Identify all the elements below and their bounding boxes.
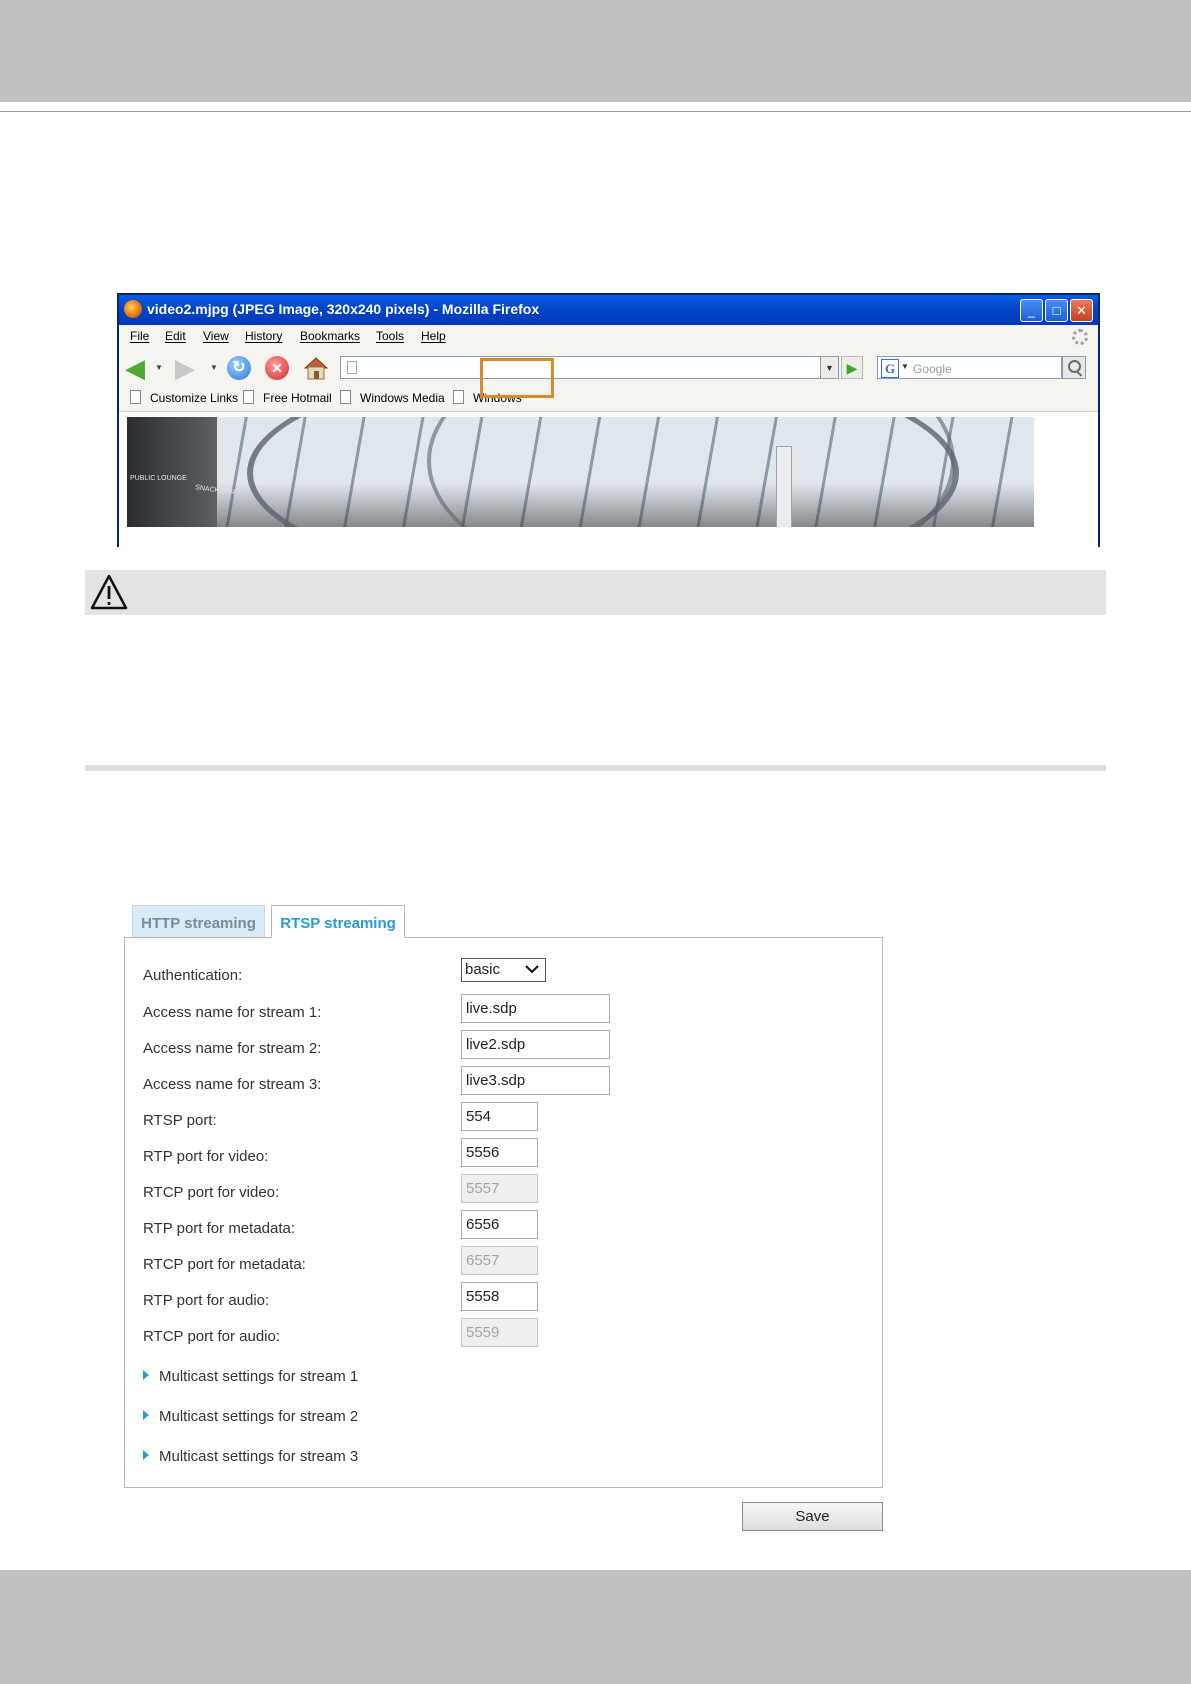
access-name-stream1-input[interactable]: live.sdp bbox=[461, 994, 610, 1023]
multicast-stream1-toggle[interactable]: Multicast settings for stream 1 bbox=[143, 1368, 358, 1385]
menu-help[interactable]: Help bbox=[421, 329, 446, 343]
google-icon: G bbox=[881, 359, 899, 378]
forward-history-chevron-icon[interactable]: ▼ bbox=[210, 363, 218, 372]
roof-arch bbox=[427, 417, 955, 527]
page-icon bbox=[340, 390, 351, 404]
page-icon bbox=[453, 390, 464, 404]
expand-arrow-icon bbox=[143, 1370, 149, 1380]
firefox-logo-icon bbox=[124, 300, 142, 318]
bookmark-customize-links[interactable]: Customize Links bbox=[130, 390, 238, 405]
reload-icon[interactable]: ↻ bbox=[227, 356, 251, 380]
minimize-icon[interactable]: _ bbox=[1020, 299, 1043, 322]
bookmark-windows-media[interactable]: Windows Media bbox=[340, 390, 445, 405]
page-footer-band bbox=[0, 1570, 1191, 1684]
page-header-band bbox=[0, 0, 1191, 102]
page-icon bbox=[243, 390, 254, 404]
access-name-stream2-label: Access name for stream 2: bbox=[143, 1040, 322, 1057]
bookmark-label: Customize Links bbox=[150, 391, 239, 405]
tab-rtsp-streaming[interactable]: RTSP streaming bbox=[271, 905, 405, 938]
page-icon bbox=[130, 390, 141, 404]
bookmark-free-hotmail[interactable]: Free Hotmail bbox=[243, 390, 332, 405]
access-name-stream1-label: Access name for stream 1: bbox=[143, 1004, 322, 1021]
bookmark-label: Windows Media bbox=[360, 391, 445, 405]
magnifier-handle bbox=[1075, 370, 1083, 377]
menu-bookmarks[interactable]: Bookmarks bbox=[300, 329, 360, 343]
shadow-area bbox=[127, 417, 217, 527]
bookmark-label: Free Hotmail bbox=[263, 391, 332, 405]
throbber-icon bbox=[1072, 329, 1088, 345]
navigation-toolbar: ◀ ▼ ▶ ▼ ↻ ✕ ▼ ▶ G ▼ Google bbox=[119, 349, 1098, 385]
expand-arrow-icon bbox=[143, 1450, 149, 1460]
home-icon[interactable] bbox=[303, 356, 329, 380]
multicast-stream2-label: Multicast settings for stream 2 bbox=[159, 1408, 359, 1425]
section-separator bbox=[85, 765, 1106, 771]
url-highlight-box bbox=[480, 358, 554, 398]
stop-icon[interactable]: ✕ bbox=[265, 356, 289, 380]
go-icon[interactable]: ▶ bbox=[841, 356, 863, 379]
multicast-stream3-label: Multicast settings for stream 3 bbox=[159, 1448, 359, 1465]
rtp-video-port-input[interactable]: 5556 bbox=[461, 1138, 538, 1167]
multicast-stream3-toggle[interactable]: Multicast settings for stream 3 bbox=[143, 1448, 358, 1465]
multicast-stream1-label: Multicast settings for stream 1 bbox=[159, 1368, 359, 1385]
pillar bbox=[777, 447, 791, 527]
search-engine-selector[interactable]: G ▼ bbox=[877, 356, 911, 379]
rtcp-metadata-port-input: 6557 bbox=[461, 1246, 538, 1275]
rtcp-video-port-label: RTCP port for video: bbox=[143, 1184, 280, 1201]
page-icon bbox=[347, 361, 357, 374]
maximize-icon[interactable]: □ bbox=[1045, 299, 1068, 322]
rtcp-audio-port-input: 5559 bbox=[461, 1318, 538, 1347]
title-bar: video2.mjpg (JPEG Image, 320x240 pixels)… bbox=[119, 295, 1098, 325]
rtcp-audio-port-label: RTCP port for audio: bbox=[143, 1328, 281, 1345]
rtcp-video-port-input: 5557 bbox=[461, 1174, 538, 1203]
warning-icon bbox=[89, 573, 129, 611]
save-button[interactable]: Save bbox=[742, 1502, 883, 1531]
notice-bar bbox=[85, 570, 1106, 615]
bookmarks-toolbar: Customize Links Free Hotmail Windows Med… bbox=[119, 385, 1098, 412]
menu-tools[interactable]: Tools bbox=[376, 329, 404, 343]
rtp-audio-port-label: RTP port for audio: bbox=[143, 1292, 270, 1309]
camera-snapshot-image: PUBLIC LOUNGE SNACK BAR bbox=[127, 417, 1034, 527]
firefox-window: video2.mjpg (JPEG Image, 320x240 pixels)… bbox=[117, 293, 1100, 547]
url-history-chevron-icon[interactable]: ▼ bbox=[821, 356, 839, 379]
window-title: video2.mjpg (JPEG Image, 320x240 pixels)… bbox=[147, 301, 540, 317]
chevron-down-icon bbox=[525, 965, 539, 974]
authentication-value: basic bbox=[465, 961, 501, 978]
menu-history[interactable]: History bbox=[245, 329, 282, 343]
url-input[interactable] bbox=[340, 356, 821, 379]
rtp-audio-port-input[interactable]: 5558 bbox=[461, 1282, 538, 1311]
access-name-stream3-input[interactable]: live3.sdp bbox=[461, 1066, 610, 1095]
authentication-label: Authentication: bbox=[143, 967, 243, 984]
chevron-down-icon: ▼ bbox=[901, 362, 909, 371]
close-icon[interactable]: ✕ bbox=[1070, 299, 1093, 322]
menu-view[interactable]: View bbox=[203, 329, 229, 343]
rtsp-port-input[interactable]: 554 bbox=[461, 1102, 538, 1131]
forward-icon[interactable]: ▶ bbox=[175, 355, 199, 381]
header-rule bbox=[0, 111, 1191, 112]
browser-content: PUBLIC LOUNGE SNACK BAR bbox=[119, 412, 1098, 547]
back-history-chevron-icon[interactable]: ▼ bbox=[155, 363, 163, 372]
sign-public-lounge: PUBLIC LOUNGE bbox=[130, 475, 187, 482]
tab-http-streaming[interactable]: HTTP streaming bbox=[132, 905, 265, 938]
authentication-select[interactable]: basic bbox=[461, 958, 546, 982]
rtcp-metadata-port-label: RTCP port for metadata: bbox=[143, 1256, 306, 1273]
search-icon[interactable] bbox=[1062, 356, 1086, 379]
expand-arrow-icon bbox=[143, 1410, 149, 1420]
rtp-metadata-port-label: RTP port for metadata: bbox=[143, 1220, 296, 1237]
search-input[interactable]: Google bbox=[910, 356, 1062, 379]
multicast-stream2-toggle[interactable]: Multicast settings for stream 2 bbox=[143, 1408, 358, 1425]
menu-file[interactable]: File bbox=[130, 329, 149, 343]
magnifier-lens bbox=[1068, 360, 1081, 373]
rtsp-port-label: RTSP port: bbox=[143, 1112, 217, 1129]
access-name-stream2-input[interactable]: live2.sdp bbox=[461, 1030, 610, 1059]
menu-edit[interactable]: Edit bbox=[165, 329, 186, 343]
rtp-video-port-label: RTP port for video: bbox=[143, 1148, 269, 1165]
access-name-stream3-label: Access name for stream 3: bbox=[143, 1076, 322, 1093]
rtp-metadata-port-input[interactable]: 6556 bbox=[461, 1210, 538, 1239]
back-icon[interactable]: ◀ bbox=[125, 355, 149, 381]
menu-bar: File Edit View History Bookmarks Tools H… bbox=[119, 325, 1098, 349]
